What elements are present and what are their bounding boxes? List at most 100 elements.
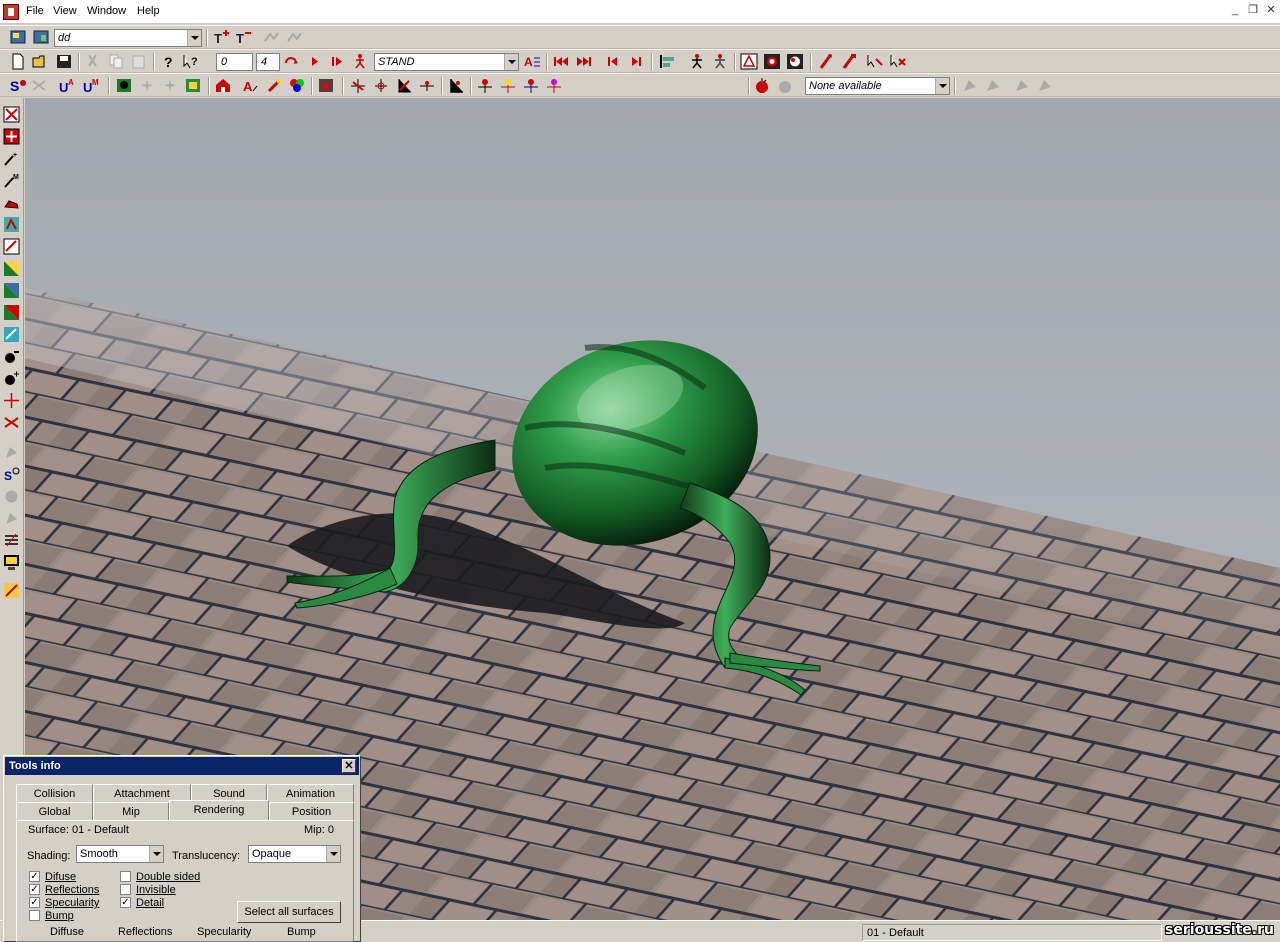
animation-figure-icon[interactable] <box>351 53 369 70</box>
app-icon[interactable] <box>3 4 19 20</box>
sphere-remove-icon[interactable] <box>3 348 20 365</box>
invisible-checkbox[interactable] <box>120 884 131 895</box>
brush-icon[interactable] <box>3 582 20 599</box>
attachment-4-icon[interactable] <box>545 77 563 94</box>
mip-icon[interactable] <box>3 106 20 123</box>
disabled-star-icon[interactable] <box>161 77 179 94</box>
axis-icon[interactable] <box>349 77 367 94</box>
disabled-tool-icon[interactable] <box>262 29 280 46</box>
translucency-select[interactable]: Opaque <box>248 845 341 863</box>
texture-map-icon[interactable] <box>3 326 20 343</box>
disabled-tool-icon[interactable] <box>984 77 1002 94</box>
u-add-icon[interactable]: UA <box>58 77 76 94</box>
cut-icon[interactable] <box>84 53 102 70</box>
attachment-3-icon[interactable] <box>522 77 540 94</box>
detail-checkbox[interactable]: ✓ <box>120 897 131 908</box>
save-icon[interactable] <box>55 53 73 70</box>
menu-window[interactable]: Window <box>87 5 126 17</box>
close-icon[interactable]: ✕ <box>1264 4 1278 18</box>
restore-icon[interactable]: ❐ <box>1246 4 1260 18</box>
disabled-tool-icon[interactable] <box>3 488 20 505</box>
attachment-2-icon[interactable] <box>499 77 517 94</box>
color-pick-icon[interactable] <box>265 77 283 94</box>
lighting-view-icon[interactable] <box>786 53 804 70</box>
paste-icon[interactable] <box>130 53 148 70</box>
open-folder-icon[interactable] <box>32 53 50 70</box>
add-frame-icon[interactable]: T <box>212 29 230 46</box>
crosshair-icon[interactable] <box>3 392 20 409</box>
monitor-icon[interactable] <box>3 554 20 571</box>
frame-end-input[interactable]: 4 <box>256 53 280 71</box>
animation-combo[interactable]: STAND <box>374 53 519 71</box>
menu-file[interactable]: File <box>26 5 44 17</box>
pick-tool-icon[interactable] <box>817 53 835 70</box>
origin-icon[interactable] <box>447 77 465 94</box>
next-frame-icon[interactable] <box>627 53 645 70</box>
sound-icon[interactable]: S <box>9 77 27 94</box>
specularity-checkbox[interactable]: ✓ <box>29 897 40 908</box>
disabled-star-icon[interactable] <box>138 77 156 94</box>
frame-start-input[interactable]: 0 <box>216 53 253 71</box>
menu-view[interactable]: View <box>53 5 77 17</box>
select-all-surfaces-button[interactable]: Select all surfaces <box>237 901 341 923</box>
model-green-icon[interactable] <box>115 77 133 94</box>
mip-active-icon[interactable] <box>3 128 20 145</box>
minimize-icon[interactable]: _ <box>1228 4 1242 18</box>
light-disabled-icon[interactable] <box>776 77 794 94</box>
sound-disabled-icon[interactable] <box>30 77 48 94</box>
cursor-tool-icon[interactable] <box>866 53 884 70</box>
tab-global[interactable]: Global <box>16 802 93 820</box>
difuse-checkbox[interactable]: ✓ <box>29 871 40 882</box>
skeleton-icon[interactable] <box>688 53 706 70</box>
play-step-icon[interactable] <box>329 53 347 70</box>
delete-x-icon[interactable] <box>3 414 20 431</box>
disabled-tool-icon[interactable] <box>3 510 20 527</box>
model-combo[interactable]: dd <box>54 29 202 47</box>
paint-tool-icon[interactable] <box>840 53 858 70</box>
list-icon[interactable] <box>3 532 20 549</box>
tab-position[interactable]: Position <box>269 802 354 820</box>
text-tool-icon[interactable]: A <box>241 77 259 94</box>
double-sided-checkbox[interactable] <box>120 871 131 882</box>
help-icon[interactable]: ? <box>159 53 177 70</box>
attachment-1-icon[interactable] <box>476 77 494 94</box>
axis-move-icon[interactable] <box>418 77 436 94</box>
sphere-add-icon[interactable] <box>3 370 20 387</box>
tab-collision[interactable]: Collision <box>16 784 93 802</box>
copy-icon[interactable] <box>107 53 125 70</box>
cursor-erase-icon[interactable] <box>889 53 907 70</box>
texture-on-icon[interactable] <box>3 282 20 299</box>
axis-scale-icon[interactable] <box>395 77 413 94</box>
axis-rotate-icon[interactable] <box>372 77 390 94</box>
light-icon[interactable] <box>753 77 771 94</box>
disabled-tool-icon[interactable] <box>285 29 303 46</box>
texture-edit-icon[interactable] <box>3 238 20 255</box>
reflections-checkbox[interactable]: ✓ <box>29 884 40 895</box>
context-help-icon[interactable]: ? <box>182 53 200 70</box>
tools-info-title[interactable]: Tools info ✕ <box>5 757 359 775</box>
bone-add-icon[interactable]: + <box>3 150 20 167</box>
close-icon[interactable]: ✕ <box>342 759 356 773</box>
loop-icon[interactable] <box>283 53 301 70</box>
bone-edit-icon[interactable]: M <box>3 172 20 189</box>
remove-frame-icon[interactable]: T <box>234 29 252 46</box>
tab-animation[interactable]: Animation <box>267 784 354 802</box>
save-texture-icon[interactable] <box>32 29 50 46</box>
align-icon[interactable] <box>658 53 676 70</box>
texture-view-icon[interactable] <box>763 53 781 70</box>
disabled-tool-icon[interactable] <box>3 444 20 461</box>
texture-s-icon[interactable] <box>3 260 20 277</box>
disabled-tool-icon[interactable] <box>1036 77 1054 94</box>
light-combo[interactable]: None available <box>805 77 950 95</box>
shoe-icon[interactable] <box>3 194 20 211</box>
tab-mip[interactable]: Mip <box>93 802 169 820</box>
delete-icon[interactable] <box>317 77 335 94</box>
house-icon[interactable] <box>214 77 232 94</box>
last-animation-icon[interactable] <box>575 53 593 70</box>
play-icon[interactable] <box>306 53 324 70</box>
wireframe-icon[interactable] <box>740 53 758 70</box>
model-puzzle-icon[interactable] <box>184 77 202 94</box>
new-file-icon[interactable] <box>9 53 27 70</box>
disabled-tool-icon[interactable] <box>961 77 979 94</box>
animation-edit-icon[interactable]: A <box>523 53 541 70</box>
